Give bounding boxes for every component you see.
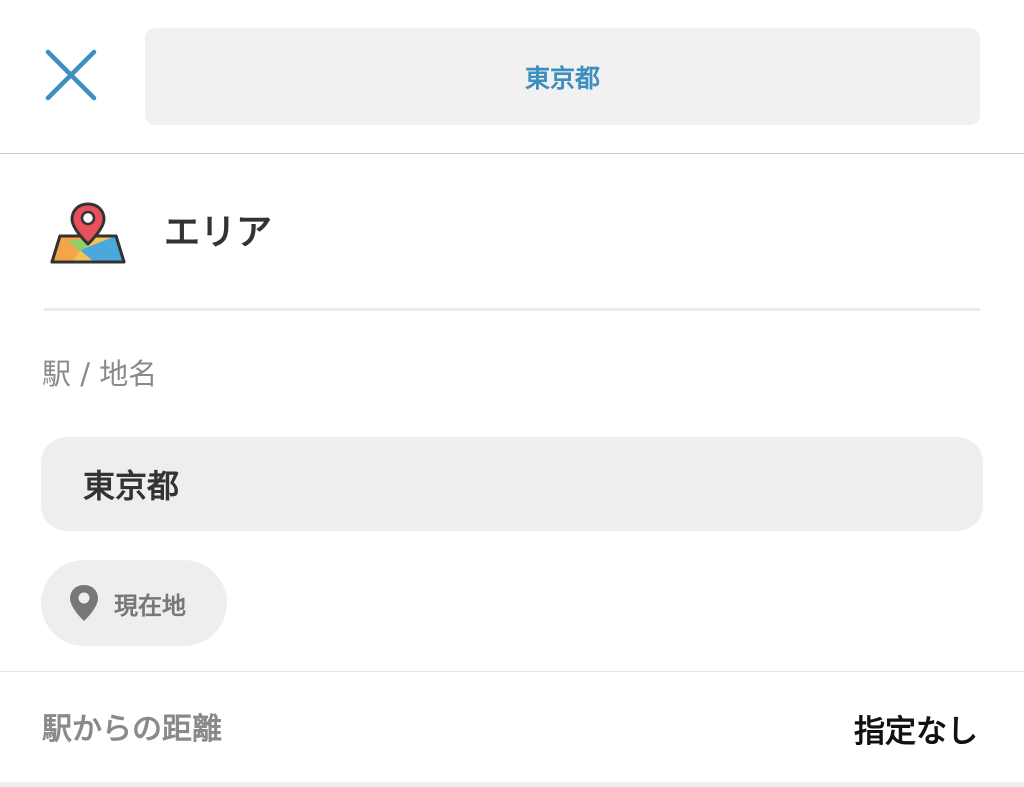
station-input-value: 東京都 bbox=[83, 467, 180, 505]
distance-label: 駅からの距離 bbox=[42, 712, 222, 747]
header-bar: 東京都 bbox=[0, 0, 1024, 154]
close-button[interactable] bbox=[42, 46, 100, 104]
current-location-button[interactable]: 現在地 bbox=[41, 560, 227, 646]
location-pin-icon bbox=[70, 585, 98, 621]
map-pin-icon bbox=[50, 202, 126, 264]
station-field-label: 駅 / 地名 bbox=[42, 357, 158, 391]
header-search-field[interactable]: 東京都 bbox=[145, 28, 980, 125]
distance-row[interactable]: 駅からの距離 指定なし bbox=[0, 671, 1024, 787]
area-section-header: エリア bbox=[44, 154, 980, 311]
distance-value: 指定なし bbox=[854, 714, 978, 750]
current-location-label: 現在地 bbox=[114, 591, 186, 620]
area-title: エリア bbox=[164, 212, 273, 253]
close-icon bbox=[45, 49, 97, 101]
header-search-value: 東京都 bbox=[524, 63, 600, 93]
station-input[interactable]: 東京都 bbox=[41, 437, 983, 531]
